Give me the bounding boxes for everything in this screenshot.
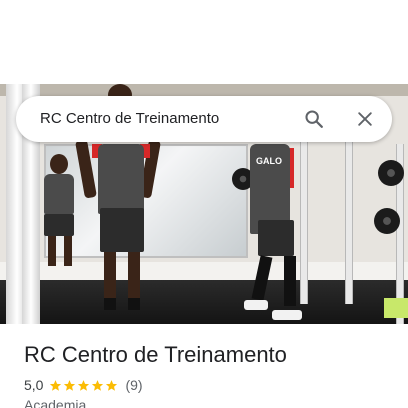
- search-icon: [305, 110, 323, 128]
- rating-stars: [49, 379, 119, 392]
- photo-rack: [345, 124, 353, 304]
- star-icon: [78, 379, 90, 391]
- rating-row[interactable]: 5,0 (9): [24, 376, 143, 394]
- place-card: GALO RC Centro de Treinamento RC Centro …: [0, 0, 408, 408]
- photo-weight-plate: [374, 208, 400, 234]
- search-input[interactable]: RC Centro de Treinamento: [40, 110, 219, 127]
- place-title: RC Centro de Treinamento: [24, 342, 287, 367]
- rating-value: 5,0: [24, 377, 44, 393]
- photo-ceiling: [0, 84, 408, 96]
- close-button[interactable]: [349, 103, 381, 135]
- star-icon: [50, 379, 62, 391]
- photo-floor-mat: [384, 298, 408, 318]
- photo-weight-plate: [378, 160, 404, 186]
- photo-rack: [300, 124, 308, 304]
- close-icon: [358, 112, 372, 126]
- review-count[interactable]: (9): [125, 377, 142, 393]
- star-icon: [64, 379, 76, 391]
- search-button[interactable]: [298, 103, 330, 135]
- search-bar[interactable]: RC Centro de Treinamento: [16, 96, 392, 142]
- star-icon: [92, 379, 104, 391]
- photo-shirt-print: GALO: [256, 156, 282, 166]
- place-category: Academia: [24, 397, 87, 408]
- star-icon: [106, 379, 118, 391]
